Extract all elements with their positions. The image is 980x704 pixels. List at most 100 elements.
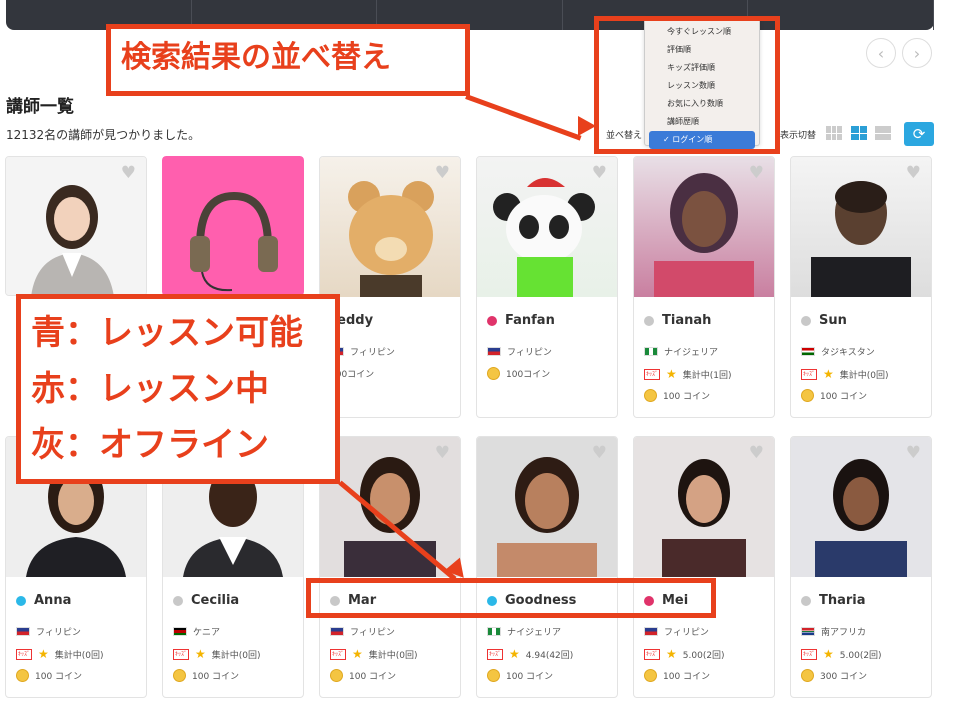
rating: 5.00(2回) (682, 650, 725, 661)
next-arrow-icon[interactable]: › (902, 38, 932, 68)
star-icon: ★ (666, 647, 677, 661)
teacher-card[interactable]: ♥ Mei フィリピン ｷｯｽﾞ ★ 5.00(2回) 100 コイン (633, 436, 775, 698)
coin-icon (173, 669, 186, 682)
price-row: 100コイン (487, 367, 550, 380)
teacher-photo: ♥ (791, 157, 931, 297)
status-dot-icon (487, 315, 497, 326)
teacher-name: Tianah (662, 313, 712, 328)
price-row: 100 コイン (330, 669, 396, 682)
prev-arrow-icon[interactable]: ‹ (866, 38, 896, 68)
rating-row: ｷｯｽﾞ ★ 4.94(42回) (487, 647, 573, 661)
kids-badge-icon: ｷｯｽﾞ (487, 648, 504, 660)
star-icon: ★ (509, 647, 520, 661)
price-row: 100 コイン (16, 669, 82, 682)
favorite-heart-icon[interactable]: ♥ (906, 163, 921, 183)
country-row: フィリピン (487, 345, 552, 358)
coin-icon (801, 389, 814, 402)
star-icon: ★ (666, 367, 677, 381)
teacher-name-row: Fanfan (487, 313, 555, 328)
teacher-photo: ♥ (634, 157, 774, 297)
favorite-heart-icon[interactable]: ♥ (435, 163, 450, 183)
country: フィリピン (350, 628, 395, 638)
teacher-card[interactable]: ♥ Fanfan フィリピン 100コイン (476, 156, 618, 418)
teacher-card[interactable]: ♥ (5, 156, 147, 296)
price-row: 100 コイン (173, 669, 239, 682)
favorite-heart-icon[interactable]: ♥ (121, 163, 136, 183)
teacher-name: Cecilia (191, 593, 240, 608)
price-row: 100 コイン (487, 669, 553, 682)
flag-icon (801, 347, 815, 356)
kids-badge-icon: ｷｯｽﾞ (173, 648, 190, 660)
teacher-card[interactable]: ♥ Sun タジキスタン ｷｯｽﾞ ★ 集計中(0回) 100 コイン (790, 156, 932, 418)
list-view-icon[interactable] (875, 126, 891, 140)
price: 100 コイン (349, 672, 397, 682)
star-icon: ★ (823, 367, 834, 381)
flag-icon (487, 627, 501, 636)
coin-icon (487, 669, 500, 682)
headphones-image (162, 156, 304, 296)
grid-large-view-icon[interactable] (851, 126, 867, 140)
flag-icon (173, 627, 187, 636)
price: 300 コイン (820, 672, 868, 682)
rating-row: ｷｯｽﾞ ★ 集計中(0回) (173, 647, 261, 661)
teacher-card[interactable]: ♥ Tianah ナイジェリア ｷｯｽﾞ ★ 集計中(1回) 100 コイン (633, 156, 775, 418)
flag-icon (644, 627, 658, 636)
kids-badge-icon: ｷｯｽﾞ (16, 648, 33, 660)
status-dot-icon (801, 315, 811, 326)
teacher-card[interactable]: ♥ Tharia 南アフリカ ｷｯｽﾞ ★ 5.00(2回) 300 コイン (790, 436, 932, 698)
teacher-photo: ♥ (634, 437, 774, 577)
refresh-icon[interactable]: ⟳ (904, 122, 934, 146)
country: ケニア (193, 628, 221, 638)
sort-arrow-head-icon (578, 116, 596, 136)
teacher-name-row: Anna (16, 593, 71, 608)
price-row: 100 コイン (644, 389, 710, 402)
teacher-name: Anna (34, 593, 72, 608)
favorite-heart-icon[interactable]: ♥ (749, 163, 764, 183)
rating-row: ｷｯｽﾞ ★ 集計中(0回) (16, 647, 104, 661)
result-count: 12132名の講師が見つかりました。 (6, 128, 201, 142)
names-highlight-box (306, 578, 716, 618)
country-row: ナイジェリア (487, 625, 561, 638)
favorite-heart-icon[interactable]: ♥ (749, 443, 764, 463)
rating: 集計中(0回) (368, 650, 418, 661)
price-row: 300 コイン (801, 669, 867, 682)
teacher-card[interactable] (162, 156, 304, 296)
legend-red: 赤：レッスン中 (31, 369, 269, 409)
status-dot-icon (16, 595, 26, 606)
star-icon: ★ (195, 647, 206, 661)
kids-badge-icon: ｷｯｽﾞ (644, 648, 661, 660)
teacher-card[interactable]: ♥ Teddy フィリピン 100コイン (319, 156, 461, 418)
sort-annotation-box: 検索結果の並べ替え (106, 24, 470, 96)
rating-row: ｷｯｽﾞ ★ 5.00(2回) (801, 647, 882, 661)
grid-small-view-icon[interactable] (826, 126, 842, 140)
favorite-heart-icon[interactable]: ♥ (592, 443, 607, 463)
legend-gray: 灰：オフライン (31, 425, 269, 465)
teacher-name: Sun (819, 313, 847, 328)
flag-icon (487, 347, 501, 356)
coin-icon (801, 669, 814, 682)
price: 100 コイン (192, 672, 240, 682)
price: 100 コイン (506, 672, 554, 682)
favorite-heart-icon[interactable]: ♥ (906, 443, 921, 463)
teacher-name-row: Cecilia (173, 593, 239, 608)
favorite-heart-icon[interactable]: ♥ (435, 443, 450, 463)
country: フィリピン (507, 348, 552, 358)
flag-icon (16, 627, 30, 636)
coin-icon (330, 669, 343, 682)
rating: 4.94(42回) (525, 650, 574, 661)
status-dot-icon (173, 595, 183, 606)
star-icon: ★ (823, 647, 834, 661)
coin-icon (644, 669, 657, 682)
rating-row: ｷｯｽﾞ ★ 集計中(1回) (644, 367, 732, 381)
favorite-heart-icon[interactable]: ♥ (592, 163, 607, 183)
page-title: 講師一覧 (6, 97, 74, 117)
rating: 集計中(0回) (54, 650, 104, 661)
headphones-icon (190, 191, 278, 292)
status-dot-icon (801, 595, 811, 606)
country-row: フィリピン (16, 625, 81, 638)
status-legend-box: 青：レッスン可能 赤：レッスン中 灰：オフライン (16, 294, 340, 484)
sort-annotation-text: 検索結果の並べ替え (121, 40, 391, 75)
price: 100 コイン (35, 672, 83, 682)
country: フィリピン (36, 628, 81, 638)
teacher-card[interactable]: ♥ Goodness ナイジェリア ｷｯｽﾞ ★ 4.94(42回) 100 コイン (476, 436, 618, 698)
